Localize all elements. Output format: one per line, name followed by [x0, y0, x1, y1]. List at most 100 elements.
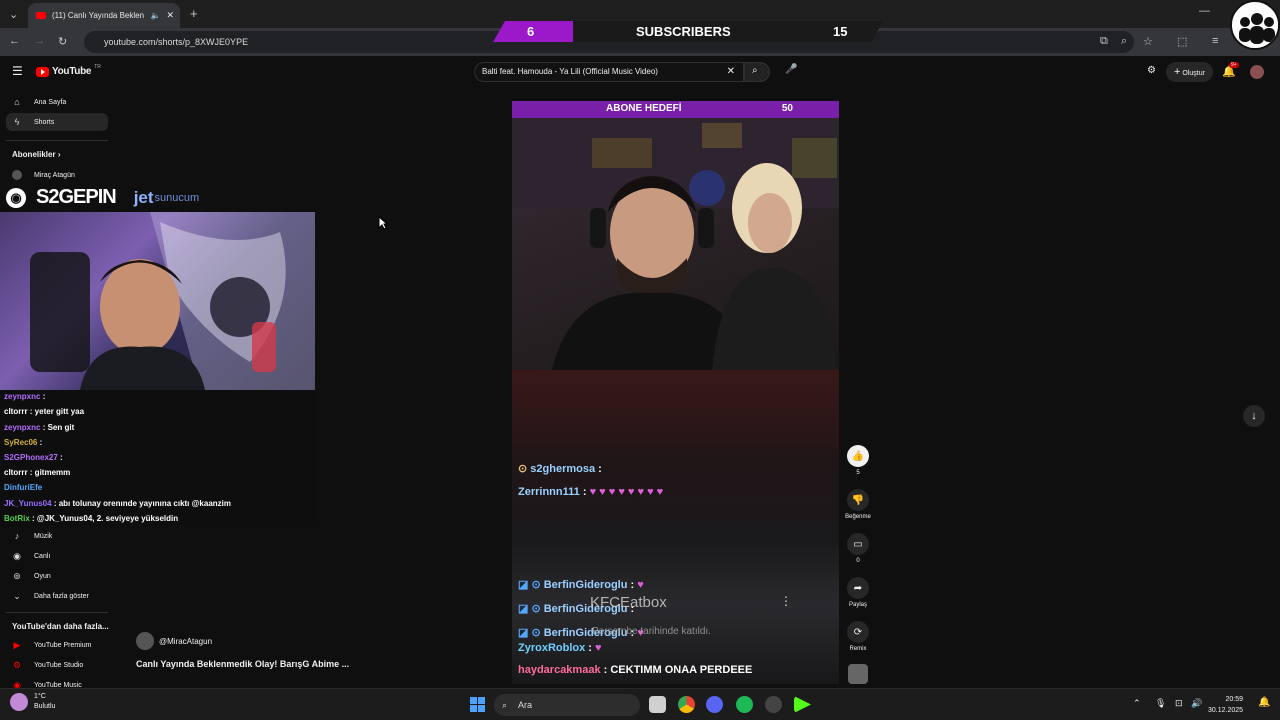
chat-line: JK_Yunus04 : abı tolunay orenınde yayını… — [4, 499, 231, 508]
sidebar-divider — [6, 140, 108, 141]
chat-line: haydarcakmaak : CEKTIMM ONAA PERDEEE — [518, 664, 753, 676]
sound-thumbnail[interactable] — [848, 664, 868, 684]
sidebar-item-studio[interactable]: ⚙ YouTube Studio — [12, 660, 83, 670]
create-button[interactable]: + Oluştur — [1166, 62, 1213, 82]
comment-icon: ▭ — [847, 533, 869, 555]
sidebar-item-gaming[interactable]: ⊚ Oyun — [12, 571, 51, 581]
back-icon[interactable]: ← — [9, 35, 20, 47]
more-options-icon[interactable]: ⋮ — [780, 594, 792, 608]
channel-logo — [1230, 0, 1280, 50]
tab-title: (11) Canlı Yayında Beklenme — [52, 11, 145, 20]
comment-count: 0 — [856, 558, 860, 564]
network-icon[interactable]: ⊡ — [1175, 698, 1183, 709]
kick-app-icon[interactable] — [794, 696, 811, 713]
sidebar-item-premium[interactable]: ▶ YouTube Premium — [12, 640, 92, 650]
badge-icon: ◪ ⊙ — [518, 603, 544, 615]
forward-icon[interactable]: → — [34, 35, 45, 47]
sidebar-item-shorts[interactable]: ϟ Shorts — [12, 117, 55, 127]
home-icon: ⌂ — [14, 97, 20, 107]
youtube-header: ☰ YouTube TR Balti feat. Hamouda - Ya Li… — [0, 56, 1280, 88]
channel-avatar-icon — [12, 170, 22, 180]
bookmark-star-icon[interactable]: ☆ — [1143, 35, 1153, 48]
chat-line: SyRec06 : — [4, 438, 43, 447]
windows-taskbar: 1°C Bulutlu ⌕ Ara ⌃ 🎙 ⊡ 🔊 20:59 30.12.20… — [0, 688, 1280, 720]
zoom-icon[interactable]: ⌕ — [1121, 35, 1127, 48]
sidebar-item-label: Shorts — [34, 118, 55, 126]
start-button[interactable] — [470, 697, 485, 712]
clock[interactable]: 20:59 30.12.2025 — [1208, 694, 1243, 716]
popup-sub: Perşembe tarihinde katıldı. — [592, 626, 711, 637]
heart-emote-icon: ♥ — [637, 579, 644, 591]
clear-search-icon[interactable]: ✕ — [727, 63, 735, 81]
chat-line: DinfuriEfe — [4, 483, 43, 492]
youtube-logo[interactable]: YouTube TR — [36, 64, 101, 77]
short-channel-row[interactable]: @MiracAtagun — [136, 632, 212, 650]
tab-audio-icon[interactable]: 🔈 — [150, 11, 160, 20]
notification-badge: 9+ — [1229, 62, 1239, 68]
sponsor-logo: jet — [133, 187, 154, 207]
sidebar-item-label: YouTube Premium — [34, 641, 92, 649]
cast-icon[interactable]: ⚙ — [1147, 65, 1156, 76]
chat-line: ◪ ⊙ BerfinGideroglu : ♥ — [518, 579, 644, 591]
weather-desc: Bulutlu — [34, 703, 56, 710]
short-title[interactable]: Canlı Yayında Beklenmedik Olay! BarışG A… — [136, 659, 349, 669]
goal-label: ABONE HEDEFİ — [606, 103, 682, 114]
microphone-icon[interactable]: 🎙 — [1155, 698, 1166, 709]
youtube-logo-icon — [36, 66, 49, 77]
youtube-premium-icon: ▶ — [13, 640, 21, 650]
reload-icon[interactable]: ↻ — [58, 35, 67, 48]
streamer-webcam — [0, 212, 315, 390]
volume-icon[interactable]: 🔊 — [1191, 698, 1202, 709]
task-view-icon[interactable] — [649, 696, 666, 713]
clock-date: 30.12.2025 — [1208, 707, 1244, 714]
share-button[interactable]: ➦ Paylaş — [846, 577, 870, 608]
sidebar-item-live[interactable]: ◉ Canlı — [12, 551, 50, 561]
app-icon[interactable] — [765, 696, 782, 713]
voice-search-icon[interactable]: 🎤 — [785, 64, 797, 78]
search-input[interactable]: Balti feat. Hamouda - Ya Lili (Official … — [474, 62, 744, 82]
create-label: Oluştur — [1182, 70, 1205, 77]
chat-line: S2GPhonex27 : — [4, 453, 63, 462]
menu-icon[interactable]: ☰ — [12, 64, 23, 78]
dislike-label: Beğenme — [845, 514, 871, 520]
sidebar-item-label: Ana Sayfa — [34, 98, 67, 106]
comments-button[interactable]: ▭ 0 — [846, 533, 870, 564]
like-count: 5 — [856, 470, 860, 476]
live-icon: ◉ — [13, 551, 21, 561]
new-tab-icon[interactable]: + — [190, 6, 198, 21]
notification-center-icon[interactable]: 🔔 — [1258, 697, 1270, 708]
sidebar-item-label: Müzik — [34, 532, 53, 540]
sidebar-item-more[interactable]: ⌄ Daha fazla göster — [12, 591, 89, 601]
next-short-button[interactable]: ↓ — [1243, 405, 1265, 427]
reading-list-icon[interactable]: ≡ — [1212, 35, 1218, 47]
sidebar-item-music[interactable]: ♪ Müzik — [12, 531, 53, 541]
search-button[interactable]: ⌕ — [744, 62, 770, 82]
short-video-player[interactable]: ABONE HEDEFİ 50 ⊙ s2ghermosa : Zerrinnn1… — [512, 101, 839, 684]
chat-line: Zerrinnn111 : ♥ ♥ ♥ ♥ ♥ ♥ ♥ ♥ — [518, 486, 664, 498]
discord-app-icon[interactable] — [706, 696, 723, 713]
extensions-icon[interactable]: ⬚ — [1177, 35, 1187, 48]
spotify-app-icon[interactable] — [736, 696, 753, 713]
chat-line: zeynpxnc : Sen git — [4, 423, 75, 432]
heart-emote-icon: ♥ — [595, 642, 602, 654]
tray-chevron-icon[interactable]: ⌃ — [1133, 698, 1141, 709]
stream-chat-overlay: zeynpxnc : cltorrr : yeter gitt yaa zeyn… — [0, 390, 315, 526]
chat-line: BotRix : @JK_Yunus04, 2. seviyeye yüksel… — [4, 514, 179, 523]
chrome-app-icon[interactable] — [678, 696, 695, 713]
tab-search-icon[interactable]: ⌄ — [9, 8, 18, 21]
avatar[interactable] — [1250, 65, 1264, 79]
sidebar-item-subscription[interactable]: Miraç Atagün — [12, 170, 75, 180]
taskbar-search[interactable]: ⌕ Ara — [494, 694, 640, 716]
minimize-icon[interactable]: — — [1199, 5, 1210, 17]
install-icon[interactable]: ⧉ — [1100, 35, 1108, 48]
s2g-logo-icon: ◉ — [6, 187, 26, 208]
browser-tab[interactable]: (11) Canlı Yayında Beklenme 🔈 ✕ — [28, 3, 180, 28]
like-button[interactable]: 👍 5 — [846, 445, 870, 476]
sidebar-subscriptions-heading[interactable]: Abonelikler › — [12, 150, 60, 159]
sidebar-item-home[interactable]: ⌂ Ana Sayfa — [12, 97, 66, 107]
weather-widget[interactable]: 1°C Bulutlu — [10, 692, 55, 712]
remix-button[interactable]: ⟳ Remix — [846, 621, 870, 652]
tab-close-icon[interactable]: ✕ — [166, 10, 174, 21]
stream-brand: S2GEPIN — [36, 186, 117, 208]
dislike-button[interactable]: 👎 Beğenme — [840, 489, 876, 520]
